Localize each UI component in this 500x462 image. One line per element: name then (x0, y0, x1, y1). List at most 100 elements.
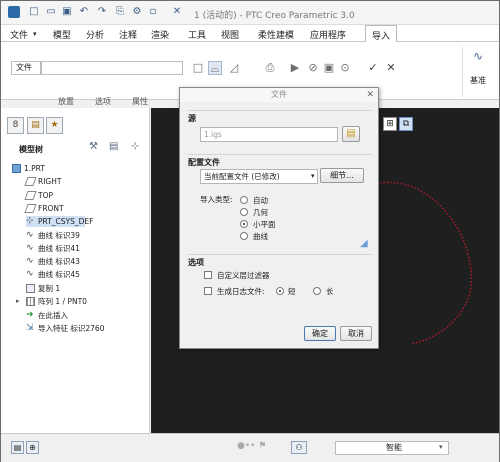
dialog-title-bar: 文件 ✕ (180, 88, 378, 102)
pattern-icon (26, 297, 35, 306)
copy-icon (26, 284, 35, 293)
radio-geometry-label: 几何 (253, 208, 268, 217)
radio-log-short[interactable] (276, 287, 284, 295)
config-dropdown-icon[interactable]: ▾ (311, 172, 315, 180)
custom-filter-checkbox[interactable] (204, 271, 212, 279)
orient-tool-icon[interactable]: ⧉ (399, 117, 413, 131)
datum-group: ∿ 基准 (462, 47, 497, 97)
facet-icon[interactable]: ⌓ (208, 61, 222, 75)
browse-folder-icon[interactable]: ▤ (342, 126, 360, 142)
settings-icon[interactable]: ⚙ (131, 6, 143, 18)
radio-geometry[interactable] (240, 208, 248, 216)
tree-filter-icon[interactable]: ⊹ (131, 141, 139, 152)
file-path-input[interactable]: 1.igs (200, 127, 338, 142)
imported-curve (372, 181, 473, 345)
source-section-title: 源 (188, 110, 372, 124)
menu-flexible-modeling[interactable]: 柔性建模 (258, 28, 294, 41)
new-file-icon[interactable]: □ (28, 6, 40, 18)
find-icon[interactable]: ⚇ (291, 441, 307, 454)
csys-icon: ⊹ (26, 216, 34, 226)
selection-indicator-icon[interactable]: ●•• ⚑ (237, 441, 266, 451)
window-title: 1 (活动的) - PTC Creo Parametric 3.0 (194, 11, 355, 21)
config-select[interactable]: 当前配置文件 (已修改) (200, 169, 318, 184)
datum-curve-icon[interactable]: ∿ (473, 49, 483, 63)
cancel-x-icon[interactable]: ✕ (384, 61, 398, 75)
tree-columns-icon[interactable]: ▤ (109, 141, 118, 152)
menu-model[interactable]: 模型 (53, 28, 71, 41)
curve-icon: ∿ (26, 269, 34, 279)
creo-window: □ ▭ ▣ ↶ ↷ ⎘ ⚙ ▫ ✕ 1 (活动的) - PTC Creo Par… (0, 0, 500, 462)
menu-applications[interactable]: 应用程序 (310, 28, 346, 41)
radio-log-long[interactable] (313, 287, 321, 295)
favorites-tab-icon[interactable]: ★ (46, 117, 63, 134)
part-icon (12, 164, 21, 173)
radio-curve[interactable] (240, 232, 248, 240)
log-file-checkbox[interactable] (204, 287, 212, 295)
curve-icon: ∿ (26, 243, 34, 253)
menu-file-dropdown-icon[interactable]: ▾ (33, 30, 37, 38)
menu-tools[interactable]: 工具 (188, 28, 206, 41)
menu-render[interactable]: 渲染 (151, 28, 169, 41)
surface-icon[interactable]: □ (191, 61, 205, 75)
log-file-label: 生成日志文件: (217, 287, 265, 296)
layout-toggle-icon[interactable]: ▤ (11, 441, 24, 454)
tab-placement[interactable]: 放置 (58, 96, 74, 107)
redo-icon[interactable]: ↷ (96, 6, 108, 18)
options-section-title: 选项 (188, 254, 372, 268)
selection-filter[interactable]: 智能 (335, 441, 449, 455)
cancel-button[interactable]: 取消 (340, 326, 372, 341)
tree-item-csys[interactable]: ⊹ PRT_CSYS_DEF (26, 216, 93, 227)
curve-icon: ∿ (26, 230, 34, 240)
expand-arrow-icon[interactable]: ▸ (16, 296, 20, 307)
undo-icon[interactable]: ↶ (78, 6, 90, 18)
detail-button[interactable]: 细节... (320, 168, 364, 183)
expand-panel-icon[interactable]: ◢ (360, 238, 368, 249)
pause-icon[interactable]: ⊘ (306, 61, 320, 75)
title-bar: □ ▭ ▣ ↶ ↷ ⎘ ⚙ ▫ ✕ 1 (活动的) - PTC Creo Par… (1, 1, 499, 25)
file-path-field[interactable] (41, 61, 183, 75)
confirm-check-icon[interactable]: ✓ (366, 61, 380, 75)
import-options-icon[interactable]: ⎙ (263, 61, 277, 75)
view-tool-icon[interactable]: ⊞ (383, 117, 397, 131)
creo-app-icon (8, 6, 20, 18)
save-icon[interactable]: ▣ (61, 6, 73, 18)
folder-tab-icon[interactable]: ▤ (27, 117, 44, 134)
menu-analysis[interactable]: 分析 (86, 28, 104, 41)
menu-bar: 文件 ▾ 模型 分析 注释 渲染 工具 视图 柔性建模 应用程序 导入 (1, 25, 499, 43)
insert-arrow-icon: ➜ (26, 310, 34, 320)
radio-log-long-label: 长 (326, 287, 334, 296)
menu-view[interactable]: 视图 (221, 28, 239, 41)
dialog-title: 文件 (271, 90, 287, 99)
config-section-title: 配置文件 (188, 154, 372, 168)
sketch-icon[interactable]: ◿ (227, 61, 241, 75)
browser-toggle-icon[interactable]: ⊕ (26, 441, 39, 454)
radio-auto[interactable] (240, 196, 248, 204)
file-label: 文件 (11, 61, 41, 75)
menu-file[interactable]: 文件 (10, 28, 28, 41)
menu-annotate[interactable]: 注释 (119, 28, 137, 41)
radio-log-short-label: 短 (288, 287, 296, 296)
ok-button[interactable]: 确定 (304, 326, 336, 341)
tab-properties[interactable]: 属性 (132, 96, 148, 107)
radio-auto-label: 自动 (253, 196, 268, 205)
menu-import[interactable]: 导入 (365, 25, 398, 43)
glasses-icon[interactable]: ⊙ (338, 61, 352, 75)
dialog-close-icon[interactable]: ✕ (366, 88, 374, 102)
window-icon[interactable]: ▫ (147, 6, 159, 18)
radio-curve-label: 曲线 (253, 232, 268, 241)
open-file-icon[interactable]: ▭ (45, 6, 57, 18)
curve-icon: ∿ (26, 256, 34, 266)
model-tree-tab-icon[interactable]: 8 (7, 117, 24, 134)
datum-label[interactable]: 基准 (470, 75, 486, 86)
regenerate-icon[interactable]: ⎘ (114, 6, 126, 18)
tree-settings-icon[interactable]: ⚒ (89, 141, 98, 152)
preview-icon[interactable]: ▣ (322, 61, 336, 75)
tab-options[interactable]: 选项 (95, 96, 111, 107)
play-icon[interactable]: ▶ (288, 61, 302, 75)
import-dialog: 文件 ✕ 源 1.igs ▤ 配置文件 当前配置文件 (已修改) ▾ 细节...… (179, 87, 379, 349)
model-tree-header: 模型树 (19, 145, 43, 154)
import-feature-icon: ⇲ (26, 323, 34, 333)
filter-dropdown-icon[interactable]: ▾ (439, 443, 443, 451)
radio-facet[interactable] (240, 220, 248, 228)
close-window-icon[interactable]: ✕ (171, 6, 183, 18)
